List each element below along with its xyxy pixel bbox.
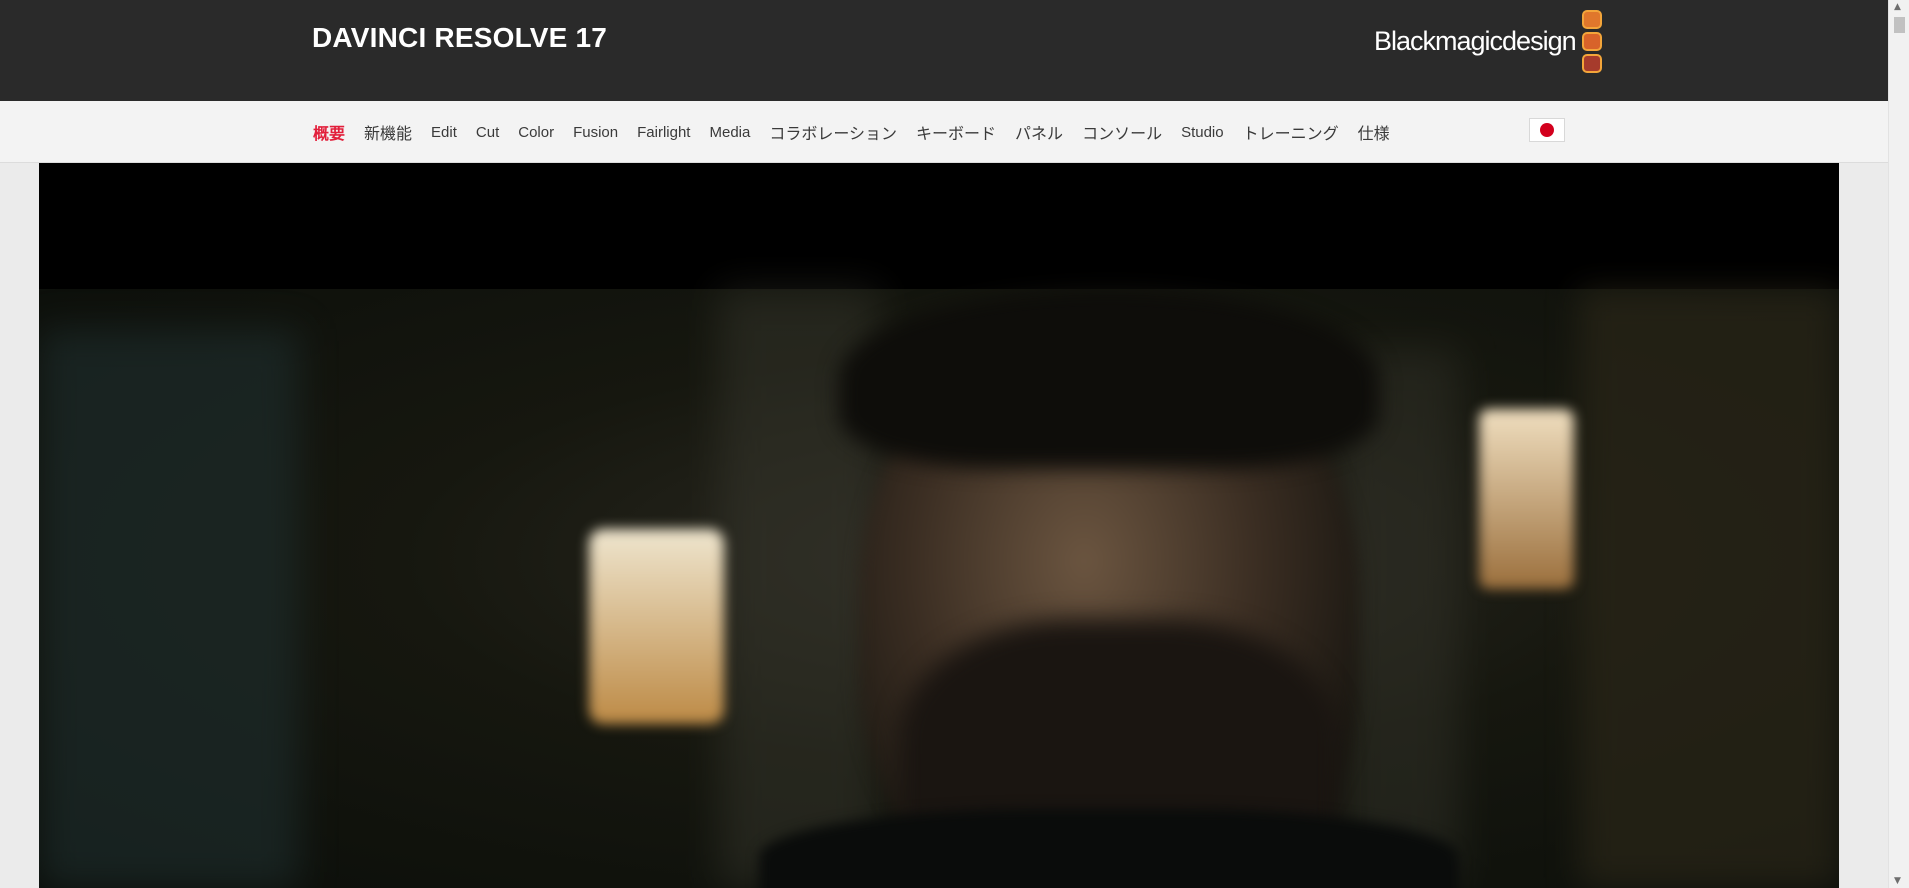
nav-item-fusion[interactable]: Fusion — [573, 124, 618, 141]
product-title[interactable]: DAVINCI RESOLVE 17 — [312, 22, 607, 54]
actor-shoulders — [759, 809, 1459, 888]
nav-item-edit[interactable]: Edit — [431, 124, 457, 141]
nav-item-overview[interactable]: 概要 — [313, 120, 345, 144]
nav-item-collaboration[interactable]: コラボレーション — [769, 120, 897, 144]
brand-dot-icon — [1581, 9, 1602, 29]
brand-dots-icon — [1581, 9, 1602, 73]
top-header: DAVINCI RESOLVE 17 Blackmagicdesign — [0, 0, 1888, 101]
flag-sun-icon — [1540, 123, 1554, 137]
nav-item-cut[interactable]: Cut — [476, 124, 499, 141]
actor-hair — [839, 289, 1379, 469]
brand-logo-text: Blackmagicdesign — [1374, 25, 1577, 56]
scroll-thumb[interactable] — [1894, 17, 1905, 33]
brand-dot-icon — [1581, 31, 1602, 51]
blackmagic-design-logo[interactable]: Blackmagicdesign — [1374, 8, 1602, 74]
hero-video-frame — [39, 289, 1839, 888]
nav-item-color[interactable]: Color — [518, 124, 554, 141]
scroll-up-arrow-icon[interactable]: ▲ — [1894, 2, 1901, 12]
nav-item-panels[interactable]: パネル — [1015, 120, 1063, 144]
nav-item-training[interactable]: トレーニング — [1243, 120, 1339, 144]
lamp-right — [1479, 409, 1574, 589]
product-nav-bar: 概要 新機能 Edit Cut Color Fusion Fairlight M… — [0, 101, 1888, 163]
brand-dot-icon — [1581, 53, 1602, 73]
page-scrollbar[interactable]: ▲ ▼ — [1888, 0, 1909, 888]
scroll-down-arrow-icon[interactable]: ▼ — [1894, 876, 1901, 886]
nav-item-fairlight[interactable]: Fairlight — [637, 124, 690, 141]
nav-item-media[interactable]: Media — [709, 124, 750, 141]
nav-item-console[interactable]: コンソール — [1082, 120, 1162, 144]
japan-flag-icon[interactable] — [1529, 118, 1565, 142]
nav-items: 概要 新機能 Edit Cut Color Fusion Fairlight M… — [313, 101, 1390, 163]
nav-item-specs[interactable]: 仕様 — [1358, 120, 1390, 144]
nav-item-keyboard[interactable]: キーボード — [916, 120, 996, 144]
background-staircase — [1579, 289, 1839, 888]
hero-video[interactable] — [39, 163, 1839, 888]
nav-item-studio[interactable]: Studio — [1181, 124, 1224, 141]
nav-item-new-features[interactable]: 新機能 — [364, 120, 412, 144]
background-wall-left — [39, 329, 299, 888]
lamp-left — [589, 529, 724, 724]
